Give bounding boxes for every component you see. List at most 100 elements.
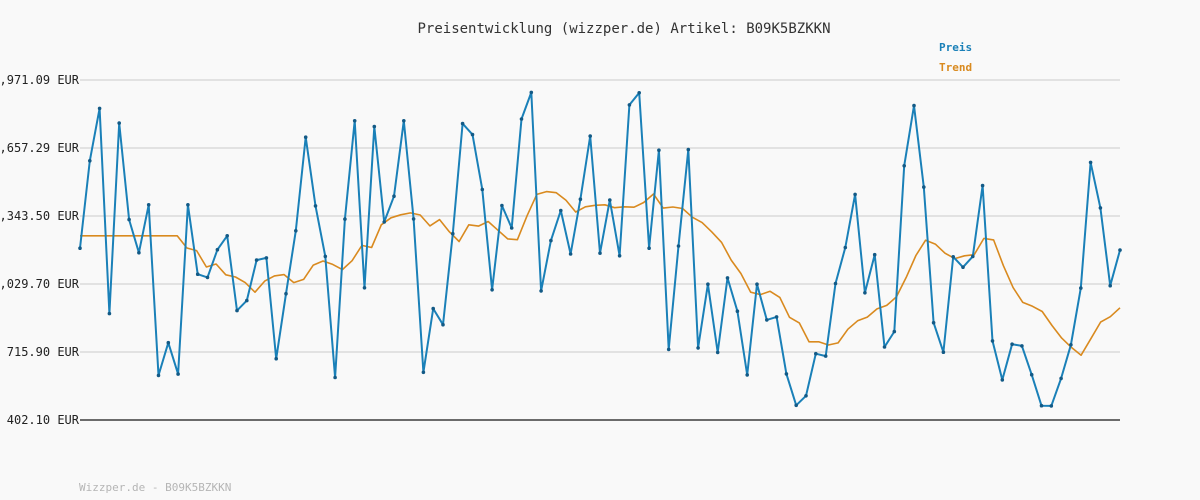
preis-point	[421, 370, 426, 375]
preis-point	[539, 289, 543, 293]
preis-point	[1039, 403, 1044, 408]
preis-point	[254, 258, 259, 262]
preis-point	[117, 121, 121, 125]
preis-point	[1029, 372, 1034, 377]
preis-point	[941, 350, 946, 355]
y-axis-ticks: 1,971.09 EUR 1,657.29 EUR 1,343.50 EUR 1,02…	[0, 73, 80, 427]
y-tick-label: 1,971.09 EUR	[0, 73, 80, 87]
preis-point	[686, 147, 691, 152]
preis-point	[284, 291, 288, 296]
preis-point	[872, 252, 877, 257]
preis-point	[372, 124, 377, 129]
preis-point	[588, 134, 592, 138]
price-chart: Preisentwicklung (wizzper.de) Artikel: B…	[0, 21, 1122, 494]
preis-point	[853, 192, 857, 197]
preis-point	[814, 351, 818, 356]
preis-point	[88, 159, 92, 163]
preis-point	[264, 256, 269, 260]
preis-point	[352, 119, 357, 123]
chart-title: Preisentwicklung (wizzper.de) Artikel: B…	[417, 21, 830, 37]
preis-point	[529, 90, 534, 95]
preis-line	[79, 91, 1121, 407]
preis-point	[176, 372, 180, 376]
preis-point	[107, 311, 112, 316]
preis-point	[843, 245, 848, 250]
preis-point	[637, 91, 641, 95]
preis-point	[245, 298, 249, 303]
preis-point	[1020, 344, 1024, 348]
preis-point	[931, 320, 936, 325]
preis-point	[235, 308, 239, 313]
legend-preis: Preis	[939, 41, 972, 54]
preis-point	[823, 354, 828, 358]
preis-point	[912, 103, 916, 108]
preis-point	[362, 286, 367, 290]
preis-point	[971, 254, 975, 259]
preis-point	[402, 119, 406, 123]
preis-point	[922, 185, 926, 189]
preis-point	[1010, 342, 1014, 347]
preis-point	[833, 281, 838, 286]
preis-point	[892, 329, 897, 334]
preis-point	[961, 265, 965, 270]
preis-point	[608, 198, 612, 202]
preis-point	[1049, 404, 1054, 408]
preis-point	[647, 246, 651, 250]
preis-point	[804, 394, 808, 398]
preis-point	[333, 375, 337, 380]
preis-point	[97, 106, 102, 111]
preis-point	[627, 103, 632, 107]
preis-point	[431, 306, 436, 311]
preis-point	[794, 403, 798, 408]
preis-point	[137, 250, 141, 255]
preis-point	[1059, 376, 1063, 381]
preis-point	[470, 132, 475, 137]
preis-point	[392, 194, 396, 198]
preis-point	[323, 254, 328, 259]
y-tick-label: 402.10 EUR	[7, 413, 80, 427]
preis-point	[755, 282, 759, 287]
preis-point	[902, 164, 906, 168]
preis-point	[195, 272, 200, 277]
preis-point	[509, 226, 514, 230]
preis-point	[568, 252, 573, 256]
preis-point	[1079, 286, 1083, 290]
preis-point	[313, 204, 318, 208]
preis-point	[990, 339, 995, 343]
preis-point	[441, 322, 445, 327]
y-tick-label: 715.90 EUR	[7, 345, 80, 359]
preis-point	[666, 347, 671, 352]
preis-point	[559, 208, 563, 213]
preis-point	[519, 117, 524, 121]
preis-point	[980, 183, 985, 188]
preis-point	[863, 291, 867, 295]
preis-point	[343, 217, 347, 221]
preis-point	[411, 217, 416, 221]
preis-point	[1108, 283, 1112, 288]
y-tick-label: 1,657.29 EUR	[0, 141, 80, 155]
preis-point	[500, 203, 504, 208]
preis-point	[146, 203, 151, 207]
preis-point	[480, 187, 485, 192]
preis-point	[1069, 343, 1073, 347]
preis-point	[1118, 248, 1122, 252]
preis-point	[774, 315, 779, 319]
legend-trend: Trend	[939, 61, 972, 74]
preis-point	[274, 356, 279, 361]
preis-point	[127, 217, 131, 222]
preis-point	[657, 148, 661, 152]
preis-point	[382, 220, 387, 224]
preis-point	[715, 350, 720, 355]
preis-point	[451, 231, 455, 236]
preis-point	[549, 238, 553, 243]
y-tick-label: 1,343.50 EUR	[0, 209, 80, 223]
preis-point	[490, 288, 494, 292]
preis-point	[1000, 378, 1005, 382]
preis-point	[225, 234, 229, 238]
y-tick-label: 1,029.70 EUR	[0, 277, 80, 291]
preis-point	[745, 373, 749, 377]
preis-point	[303, 135, 308, 139]
preis-point	[460, 121, 465, 126]
preis-point	[578, 197, 583, 201]
preis-point	[882, 345, 887, 349]
